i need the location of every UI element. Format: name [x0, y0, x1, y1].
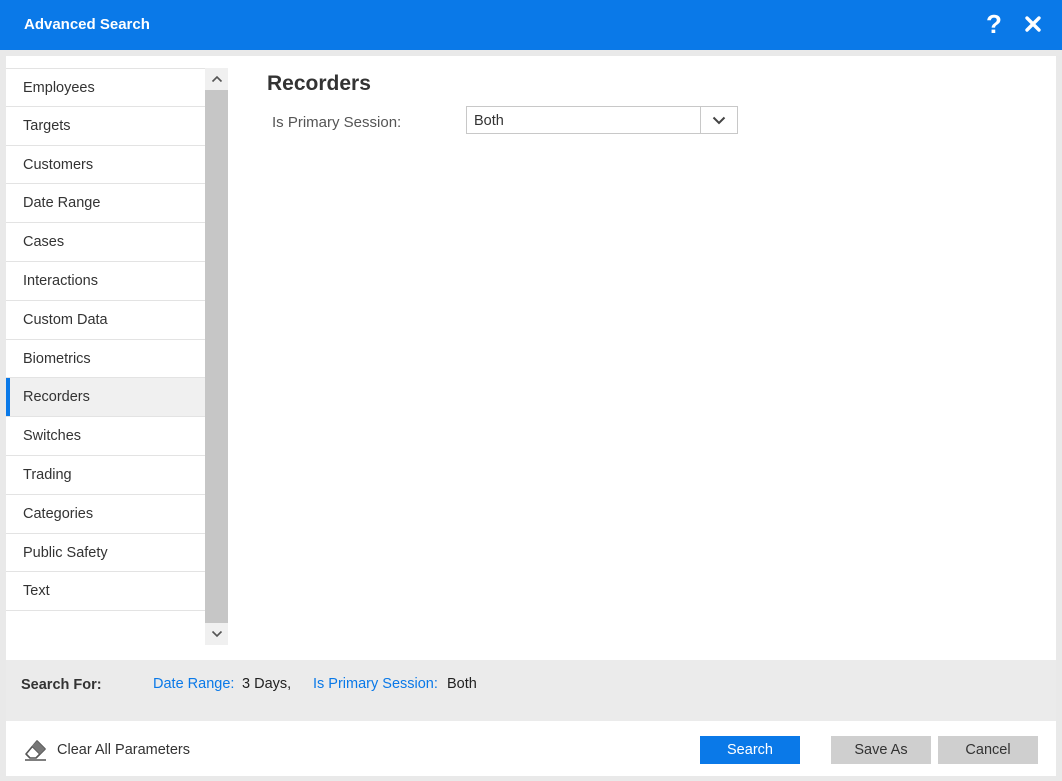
search-for-label: Search For:	[21, 677, 102, 693]
content-panel: Employees Targets Customers Date Range C…	[6, 56, 1056, 660]
dialog-footer: Clear All Parameters Search Save As Canc…	[6, 721, 1056, 776]
sidebar-item-label: Text	[23, 583, 50, 600]
cancel-button[interactable]: Cancel	[938, 736, 1038, 764]
sidebar-item-cases[interactable]: Cases	[6, 223, 205, 262]
sidebar-item-label: Cases	[23, 234, 65, 251]
criteria-date-range-value: 3 Days,	[242, 676, 292, 692]
dialog-titlebar: Advanced Search ?	[0, 0, 1062, 50]
sidebar-item-label: Biometrics	[23, 350, 91, 367]
sidebar-item-interactions[interactable]: Interactions	[6, 261, 205, 301]
sidebar-item-trading[interactable]: Trading	[6, 455, 205, 495]
sidebar-item-categories[interactable]: Categories	[6, 494, 205, 534]
section-title: Recorders	[267, 72, 371, 95]
sidebar-item-label: Categories	[23, 505, 94, 522]
sidebar-item-targets[interactable]: Targets	[6, 106, 205, 146]
sidebar-item-label: Interactions	[23, 272, 98, 289]
clear-all-parameters-label: Clear All Parameters	[57, 742, 190, 758]
sidebar-item-label: Public Safety	[23, 544, 108, 561]
chevron-down-icon[interactable]	[700, 107, 737, 133]
sidebar-item-public-safety[interactable]: Public Safety	[6, 533, 205, 573]
sidebar-item-custom-data[interactable]: Custom Data	[6, 300, 205, 340]
sidebar-item-biometrics[interactable]: Biometrics	[6, 339, 205, 379]
sidebar-scrollbar[interactable]	[205, 68, 228, 645]
dropdown-selected-value: Both	[474, 113, 504, 129]
save-as-button[interactable]: Save As	[831, 736, 931, 764]
sidebar-item-recorders[interactable]: Recorders	[6, 378, 205, 418]
sidebar-item-employees[interactable]: Employees	[6, 68, 205, 107]
sidebar-item-label: Recorders	[23, 389, 90, 406]
sidebar-item-label: Trading	[23, 466, 72, 483]
eraser-icon	[24, 739, 48, 761]
sidebar-item-customers[interactable]: Customers	[6, 145, 205, 185]
sidebar-item-label: Date Range	[23, 195, 101, 212]
help-icon[interactable]: ?	[983, 9, 1005, 39]
scrollbar-thumb[interactable]	[205, 90, 228, 623]
search-button[interactable]: Search	[700, 736, 800, 764]
sidebar-item-text[interactable]: Text	[6, 572, 205, 612]
criteria-date-range-key[interactable]: Date Range:	[153, 676, 234, 692]
is-primary-session-dropdown[interactable]: Both	[466, 106, 738, 134]
scroll-up-icon[interactable]	[205, 68, 228, 90]
close-icon[interactable]	[1022, 13, 1044, 35]
sidebar-item-label: Customers	[23, 156, 94, 173]
sidebar-item-switches[interactable]: Switches	[6, 417, 205, 456]
clear-all-parameters-button[interactable]: Clear All Parameters	[24, 739, 190, 761]
criteria-primary-session-key[interactable]: Is Primary Session:	[313, 676, 438, 692]
sidebar-item-date-range[interactable]: Date Range	[6, 184, 205, 224]
sidebar-item-label: Targets	[23, 117, 71, 134]
sidebar-item-label: Employees	[23, 80, 95, 96]
criteria-primary-session-value: Both	[447, 676, 477, 692]
scroll-down-icon[interactable]	[205, 623, 228, 645]
dialog-title: Advanced Search	[24, 16, 150, 33]
category-list: Employees Targets Customers Date Range C…	[6, 68, 205, 612]
sidebar-item-label: Switches	[23, 428, 82, 445]
sidebar-item-label: Custom Data	[23, 311, 108, 328]
search-summary: Search For: Date Range: 3 Days, Is Prima…	[6, 660, 1056, 721]
is-primary-session-label: Is Primary Session:	[272, 114, 402, 131]
